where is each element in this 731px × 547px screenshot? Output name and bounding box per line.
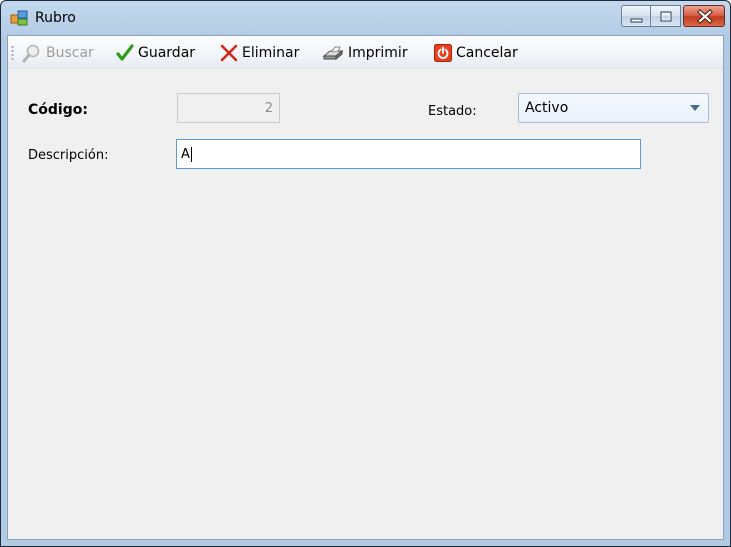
eliminar-button[interactable]: Eliminar	[220, 42, 299, 64]
minimize-icon	[630, 18, 643, 23]
checkmark-icon	[116, 44, 134, 61]
printer-icon	[322, 46, 344, 61]
cancel-power-icon	[434, 44, 452, 62]
guardar-label: Guardar	[138, 45, 196, 61]
text-caret	[190, 146, 192, 162]
guardar-button[interactable]: Guardar	[116, 42, 195, 64]
imprimir-button[interactable]: Imprimir	[322, 42, 408, 64]
title-bar[interactable]: Rubro	[1, 1, 730, 35]
estado-dropdown[interactable]: Activo	[518, 93, 709, 123]
descripcion-value: A	[181, 146, 190, 162]
codigo-value: 2	[264, 100, 273, 116]
maximize-icon	[660, 11, 672, 22]
imprimir-label: Imprimir	[348, 45, 408, 61]
codigo-field: 2	[177, 93, 280, 123]
toolbar-grip[interactable]	[11, 45, 14, 61]
cancelar-button[interactable]: Cancelar	[434, 42, 518, 64]
cancelar-label: Cancelar	[456, 45, 518, 61]
descripcion-input[interactable]: A	[176, 139, 641, 169]
buscar-button[interactable]: Buscar	[22, 42, 94, 64]
minimize-button[interactable]	[621, 5, 651, 27]
descripcion-label: Descripción:	[28, 148, 109, 163]
form-window-icon	[10, 9, 28, 27]
form-client-area: Buscar Guardar Eliminar Imprimir Cancela…	[7, 35, 724, 540]
search-icon	[22, 44, 40, 63]
buscar-label: Buscar	[46, 45, 94, 61]
close-button[interactable]	[683, 5, 725, 27]
rubro-window: Rubro Buscar Guardar Eliminar Imprimir C…	[0, 0, 731, 547]
window-title: Rubro	[35, 10, 76, 26]
codigo-label: Código:	[28, 102, 88, 118]
estado-label: Estado:	[428, 104, 477, 119]
chevron-down-icon	[690, 105, 700, 111]
close-icon	[697, 9, 713, 24]
estado-value: Activo	[525, 100, 569, 116]
eliminar-label: Eliminar	[242, 45, 300, 61]
delete-x-icon	[220, 44, 238, 62]
maximize-button[interactable]	[651, 5, 681, 27]
toolbar: Buscar Guardar Eliminar Imprimir Cancela…	[8, 36, 723, 69]
